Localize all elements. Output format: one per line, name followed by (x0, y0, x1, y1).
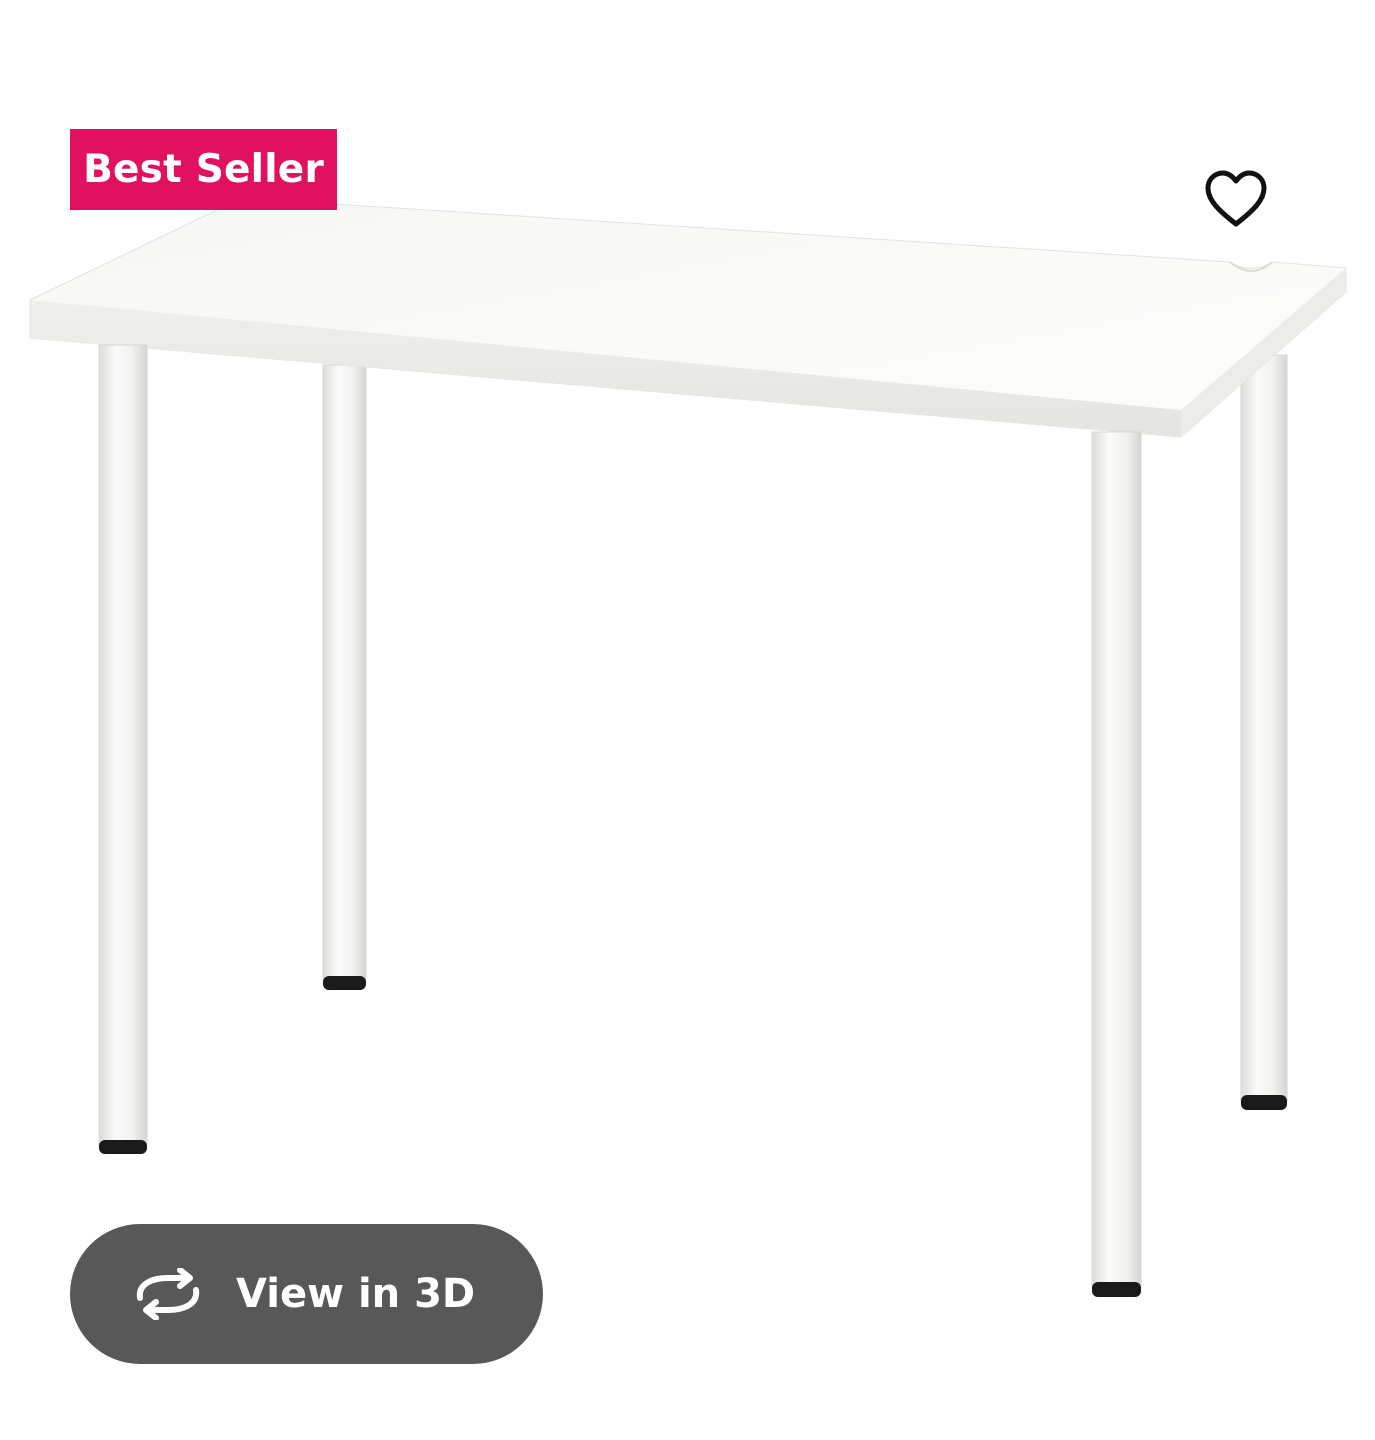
desk-front-right-leg (1091, 431, 1142, 1297)
desk-top (29, 197, 1347, 438)
view-in-3d-label: View in 3D (236, 1271, 476, 1317)
desk-front-left-leg (98, 344, 148, 1154)
desk-back-left-leg (322, 364, 367, 990)
best-seller-badge: Best Seller (70, 129, 337, 210)
desk-back-right-leg (1240, 354, 1288, 1110)
heart-outline-icon (1205, 170, 1267, 227)
view-in-3d-button[interactable]: View in 3D (70, 1224, 543, 1364)
product-card: Best Seller View in 3D (0, 0, 1375, 1440)
favorite-button[interactable] (1196, 160, 1276, 240)
rotate-arrows-icon (130, 1266, 206, 1322)
